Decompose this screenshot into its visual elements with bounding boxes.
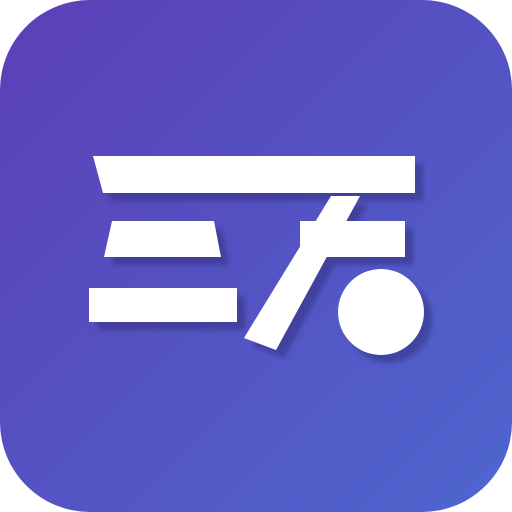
app-logo-icon bbox=[0, 0, 512, 512]
glyph-middle-left-bar bbox=[104, 221, 221, 257]
app-icon[interactable] bbox=[0, 0, 512, 512]
icon-background bbox=[0, 0, 512, 512]
glyph-bottom-left-bar bbox=[89, 288, 237, 322]
glyph-top-bar bbox=[93, 156, 415, 193]
glyph-dot bbox=[338, 269, 424, 355]
